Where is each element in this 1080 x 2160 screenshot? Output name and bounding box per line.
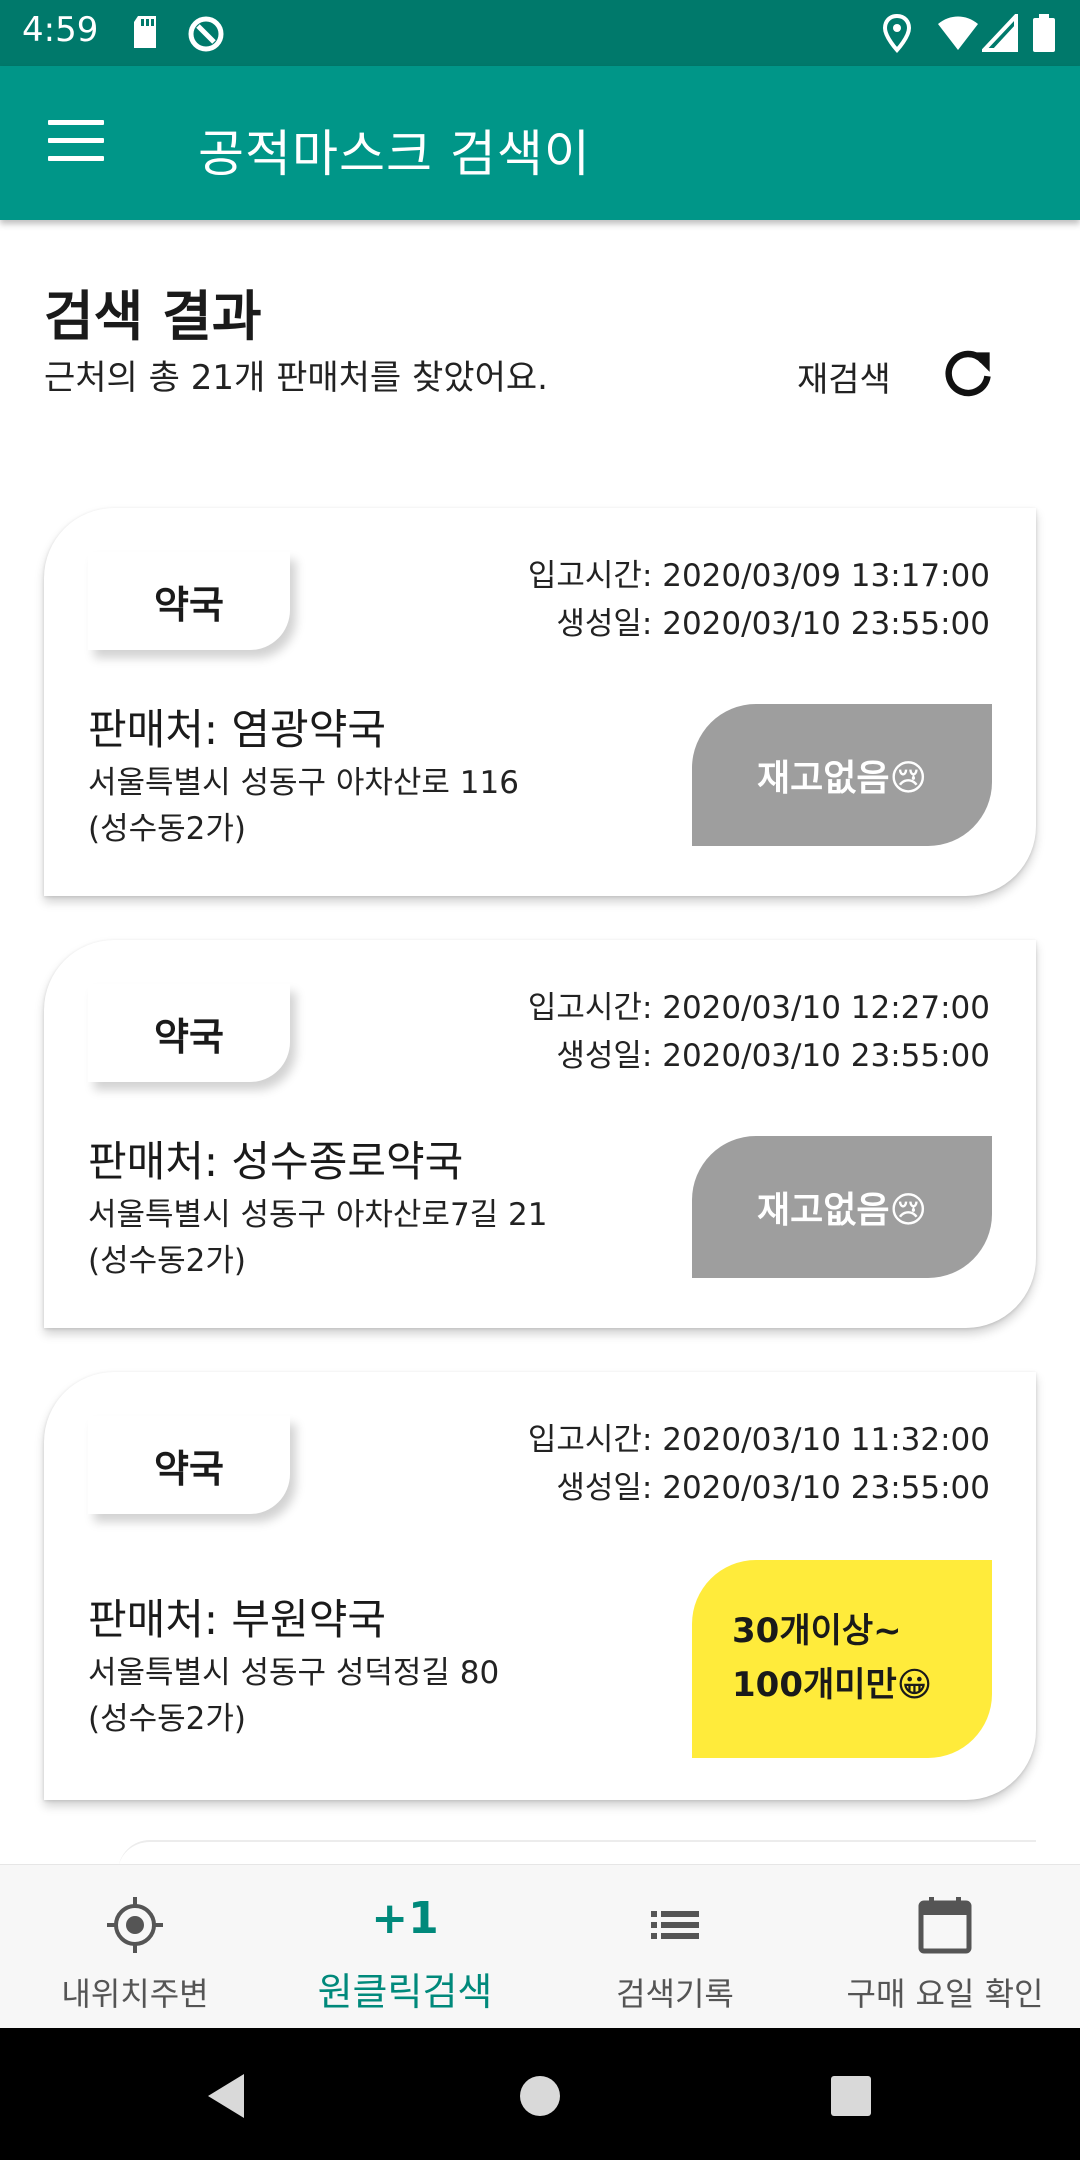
app-title: 공적마스크 검색이	[198, 125, 591, 183]
menu-button[interactable]	[48, 120, 104, 166]
store-name: 판매처: 염광약국	[88, 705, 386, 754]
home-icon[interactable]	[518, 2074, 562, 2118]
nav-label: 원클릭검색	[317, 1970, 493, 2014]
recents-icon[interactable]	[829, 2074, 873, 2118]
sync-icon	[188, 16, 224, 52]
stock-status-line: 30개이상~	[732, 1611, 902, 1651]
refresh-label[interactable]: 재검색	[797, 352, 891, 401]
menu-icon-bar	[48, 156, 104, 161]
store-address: 서울특별시 성동구 아차산로7길 21 (성수동2가)	[88, 1197, 548, 1279]
store-card[interactable]: 약국 입고시간: 2020/03/09 13:17:00 생성일: 2020/0…	[44, 508, 1036, 896]
stock-status-badge: 30개이상~ 100개미만😀	[692, 1560, 992, 1758]
wifi-icon	[938, 16, 978, 50]
results-title: 검색 결과	[44, 285, 262, 348]
app-bar: 공적마스크 검색이	[0, 66, 1080, 220]
list-icon	[651, 1911, 699, 1939]
nav-label: 구매 요일 확인	[846, 1975, 1044, 2013]
store-address: 서울특별시 성동구 아차산로 116 (성수동2가)	[88, 765, 519, 847]
status-bar: 4:59	[0, 0, 1080, 66]
stock-time: 입고시간: 2020/03/10 12:27:00	[527, 990, 990, 1026]
refresh-icon[interactable]	[942, 348, 994, 400]
menu-icon-bar	[48, 120, 104, 125]
created-time: 생성일: 2020/03/10 23:55:00	[556, 1038, 990, 1074]
store-name: 판매처: 부원약국	[88, 1595, 386, 1644]
store-times: 입고시간: 2020/03/10 11:32:00 생성일: 2020/03/1…	[528, 1416, 990, 1512]
stock-status-badge: 재고없음😢	[692, 704, 992, 846]
stock-time: 입고시간: 2020/03/10 11:32:00	[527, 1422, 990, 1458]
store-type-badge: 약국	[88, 552, 290, 650]
calendar-icon	[918, 1897, 972, 1954]
stock-status-text: 30개이상~ 100개미만😀	[732, 1604, 932, 1712]
nav-search-history[interactable]: 검색기록	[540, 1865, 810, 2029]
store-type-badge: 약국	[88, 984, 290, 1082]
nav-label: 내위치주변	[61, 1975, 209, 2013]
location-icon	[882, 14, 912, 53]
stock-status-line: 100개미만😀	[732, 1665, 933, 1705]
store-times: 입고시간: 2020/03/09 13:17:00 생성일: 2020/03/1…	[528, 552, 990, 648]
created-time: 생성일: 2020/03/10 23:55:00	[556, 1470, 990, 1506]
store-address: 서울특별시 성동구 성덕정길 80 (성수동2가)	[88, 1655, 500, 1737]
stock-status-badge: 재고없음😢	[692, 1136, 992, 1278]
signal-icon	[982, 14, 1018, 52]
nav-nearby[interactable]: 내위치주변	[0, 1865, 270, 2029]
store-card[interactable]: 약국 입고시간: 2020/03/10 11:32:00 생성일: 2020/0…	[44, 1372, 1036, 1800]
store-type-badge: 약국	[88, 1416, 290, 1514]
nav-one-click-search[interactable]: +1 원클릭검색	[270, 1865, 540, 2029]
crosshair-icon	[107, 1897, 163, 1953]
back-icon[interactable]	[204, 2072, 248, 2120]
created-time: 생성일: 2020/03/10 23:55:00	[556, 606, 990, 642]
nav-label: 검색기록	[616, 1975, 734, 2013]
system-navigation-bar	[0, 2028, 1080, 2160]
sd-card-icon	[134, 16, 156, 48]
status-time: 4:59	[22, 10, 99, 50]
battery-icon	[1033, 14, 1055, 52]
store-name: 판매처: 성수종로약국	[88, 1137, 464, 1186]
menu-icon-bar	[48, 138, 104, 143]
store-card[interactable]: 약국 입고시간: 2020/03/10 12:27:00 생성일: 2020/0…	[44, 940, 1036, 1328]
bottom-navigation: 내위치주변 +1 원클릭검색 검색기록 구매 요일 확인	[0, 1864, 1080, 2029]
stock-time: 입고시간: 2020/03/09 13:17:00	[527, 558, 990, 594]
store-times: 입고시간: 2020/03/10 12:27:00 생성일: 2020/03/1…	[528, 984, 990, 1080]
plus-one-icon: +1	[371, 1893, 439, 1944]
nav-purchase-day[interactable]: 구매 요일 확인	[810, 1865, 1080, 2029]
results-count: 근처의 총 21개 판매처를 찾았어요.	[44, 358, 548, 398]
